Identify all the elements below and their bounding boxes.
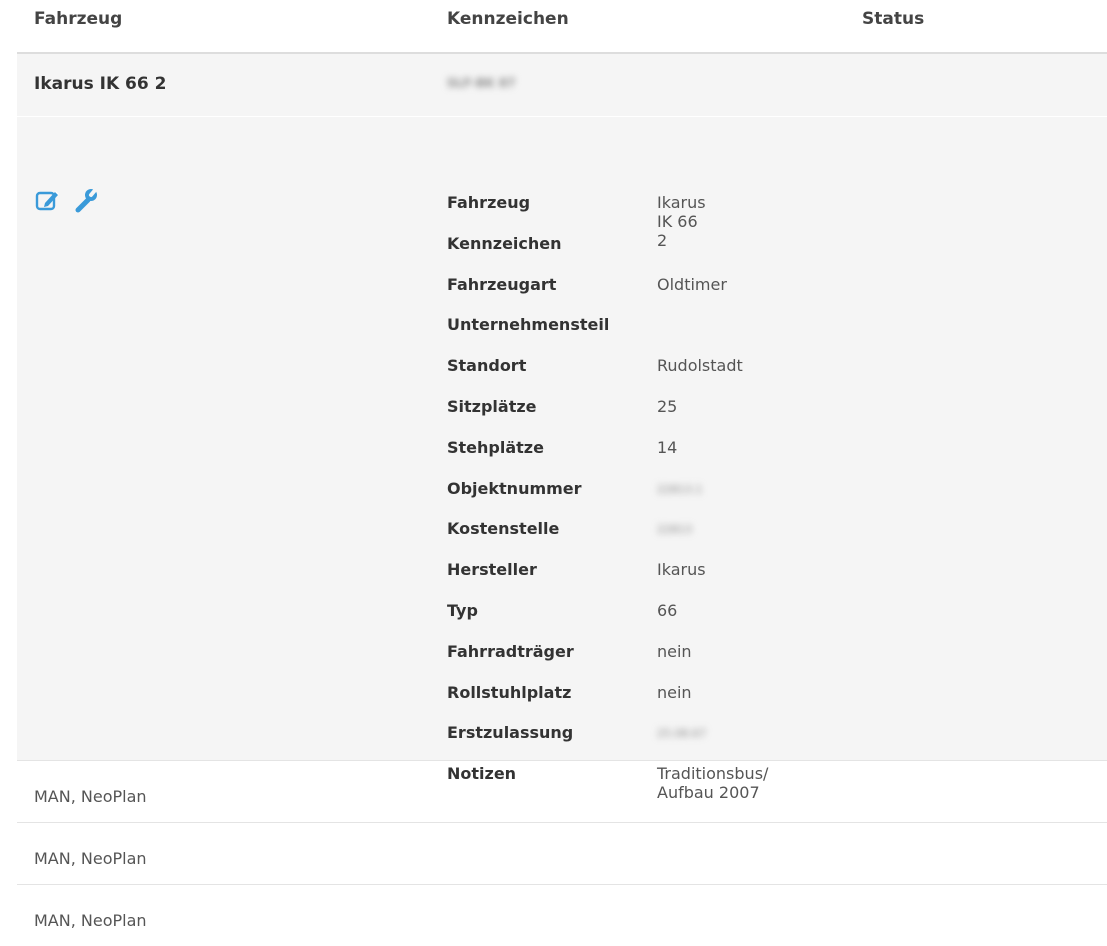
redacted-value: 22813 [657,523,692,537]
detail-key: Erstzulassung [447,723,574,743]
table-row[interactable]: MAN, NeoPlan [17,823,1107,885]
detail-value: nein [657,641,692,661]
expanded-vehicle-row[interactable]: Ikarus IK 66 2 SLF-BK 87 Fahrzeug Ikarus… [17,54,1107,802]
row-divider [17,116,1107,117]
row-actions [34,186,100,214]
redacted-plate: SLF-BK 87 [447,76,516,90]
detail-value: Ikarus [657,560,706,580]
detail-key: Standort [447,356,527,376]
detail-key: Kostenstelle [447,519,560,539]
vehicle-name: MAN, NeoPlan [34,911,147,930]
detail-key: Kennzeichen [447,233,562,253]
detail-key: Fahrzeugart [447,274,557,294]
vehicle-name: MAN, NeoPlan [34,849,147,868]
column-header-vehicle[interactable]: Fahrzeug [34,9,122,29]
detail-value: Ikarus IK 66 2 [657,193,706,250]
detail-value: 14 [657,437,678,457]
detail-value: Rudolstadt [657,356,743,376]
detail-key: Sitzplätze [447,396,537,416]
edit-icon[interactable] [34,186,62,214]
detail-key: Fahrzeug [447,193,531,212]
vehicle-name[interactable]: Ikarus IK 66 2 [34,74,166,94]
detail-key: Hersteller [447,560,537,580]
redacted-value: 22813.1 [657,482,703,496]
table-row[interactable]: MAN, NeoPlan [17,885,1107,946]
detail-key: Unternehmensteil [447,315,610,335]
column-header-status[interactable]: Status [862,9,924,29]
table-header: Fahrzeug Kennzeichen Status [17,0,1107,54]
table-row[interactable]: MAN, NeoPlan [17,761,1107,823]
detail-key: Fahrradträger [447,641,574,661]
detail-value: 66 [657,600,678,620]
vehicle-name: MAN, NeoPlan [34,787,147,806]
detail-key: Objektnummer [447,478,582,498]
wrench-icon[interactable] [72,186,100,214]
detail-value: Oldtimer [657,274,727,294]
column-header-plate[interactable]: Kennzeichen [447,9,569,29]
detail-key: Stehplätze [447,437,544,457]
detail-key: Typ [447,600,478,620]
redacted-value: 25.08.67 [657,727,706,741]
vehicle-table: Fahrzeug Kennzeichen Status Ikarus IK 66… [17,0,1107,946]
detail-value: 25 [657,396,678,416]
detail-key: Rollstuhlplatz [447,682,572,702]
detail-value: nein [657,682,692,702]
